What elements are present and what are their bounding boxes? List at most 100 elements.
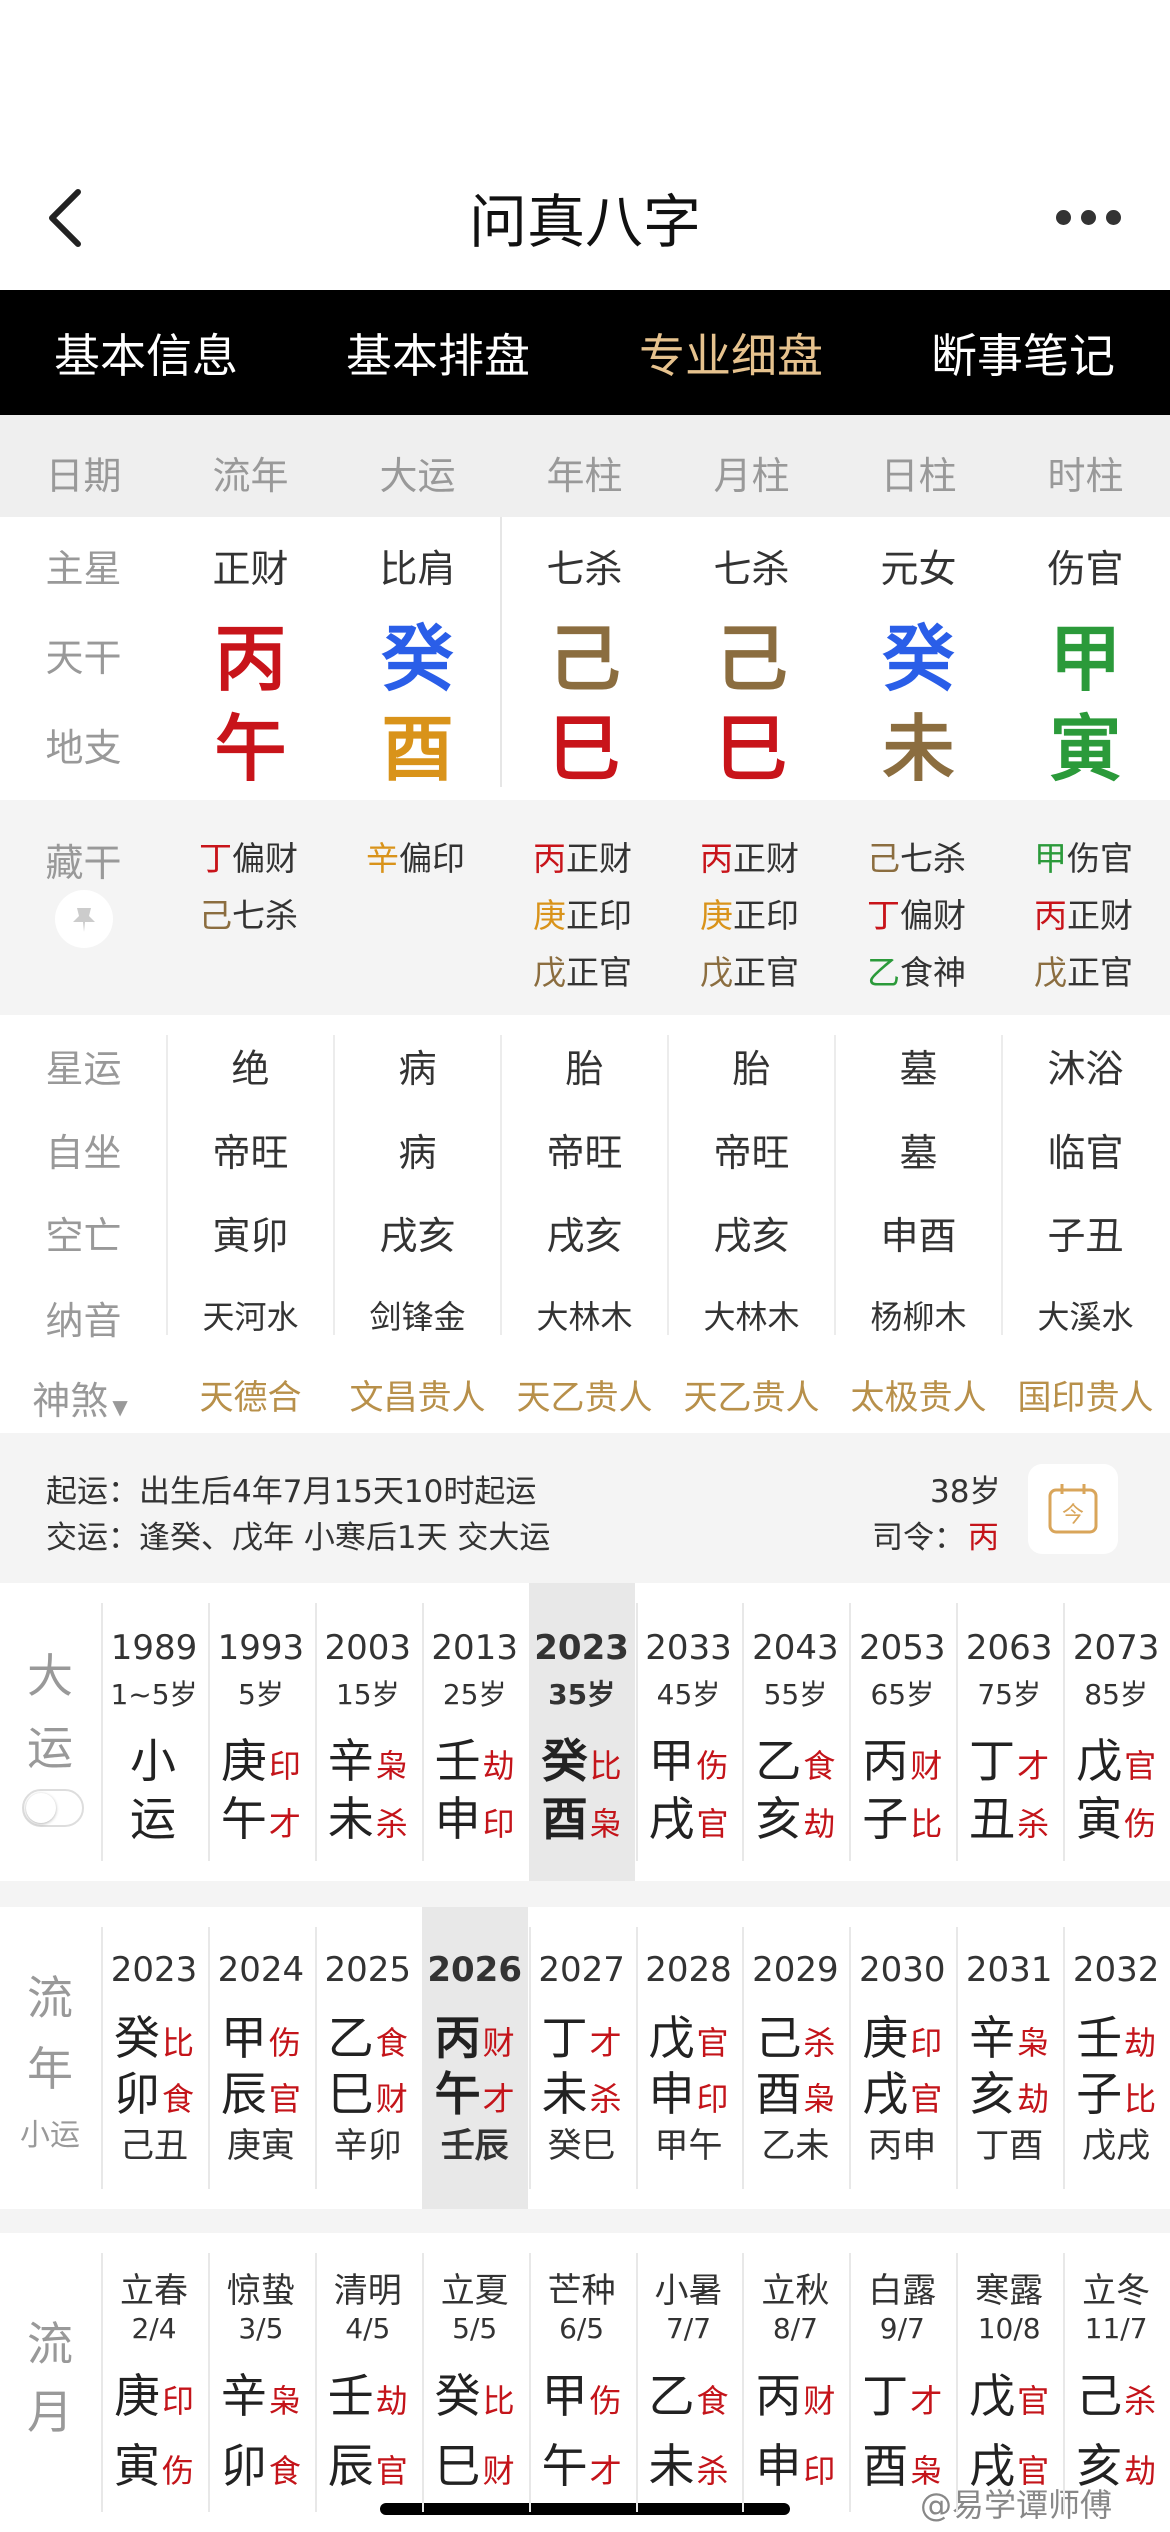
earthly-branch-cell: 寅 — [1049, 707, 1122, 791]
shensha-cell[interactable]: 国印贵人 — [998, 1370, 1170, 1419]
ten-god-char: 才 — [1017, 1747, 1050, 1785]
hidden-stem-god: 七杀 — [232, 896, 298, 935]
monthly-branch: 亥劫 — [1063, 2430, 1169, 2496]
column-header: 流年 — [212, 454, 289, 498]
star-luck-cell: 病 — [398, 1047, 437, 1091]
hidden-stem-god: 七杀 — [900, 839, 966, 878]
annual-year[interactable]: 2031 — [956, 1950, 1062, 1990]
tab-professional-chart[interactable]: 专业细盘 — [585, 320, 877, 386]
monthly-stem: 癸比 — [422, 2360, 528, 2426]
ganzhi-char: 子 — [1076, 2067, 1123, 2121]
annual-branch: 子比 — [1063, 2058, 1169, 2124]
column-header-row: 日期 流年 大运 年柱 月柱 日柱 时柱 — [0, 415, 1170, 517]
annual-year[interactable]: 2032 — [1063, 1950, 1169, 1990]
main-star-cell: 伤官 — [1047, 547, 1124, 591]
hidden-stem-item: 庚正印 — [533, 889, 632, 937]
calendar-icon: 今 — [1048, 1484, 1098, 1534]
solar-term[interactable]: 清明 — [315, 2263, 421, 2312]
solar-term[interactable]: 寒露 — [956, 2263, 1062, 2312]
hidden-stem-god: 正财 — [566, 839, 632, 878]
annual-year[interactable]: 2025 — [315, 1950, 421, 1990]
hidden-stem-item: 辛偏印 — [366, 832, 465, 880]
more-options-button[interactable] — [1056, 202, 1126, 232]
ganzhi-char: 戊 — [969, 2369, 1016, 2423]
luck-year[interactable]: 2043 — [742, 1628, 848, 1668]
start-luck-text: 起运：出生后4年7月15天10时起运 — [46, 1474, 537, 1510]
ganzhi-char: 癸 — [434, 2369, 481, 2423]
solar-term[interactable]: 白露 — [849, 2263, 955, 2312]
annual-year[interactable]: 2030 — [849, 1950, 955, 1990]
hidden-stem-char: 甲 — [1034, 839, 1067, 878]
small-luck-cell: 癸巳 — [547, 2126, 616, 2166]
luck-year[interactable]: 2053 — [849, 1628, 955, 1668]
void-cell: 申酉 — [880, 1214, 957, 1258]
hidden-stem-item: 丙正财 — [533, 832, 632, 880]
shensha-cell[interactable]: 天德合 — [163, 1370, 338, 1419]
monthly-stem: 壬劫 — [315, 2360, 421, 2426]
annual-year[interactable]: 2024 — [208, 1950, 314, 1990]
ten-god-char: 官 — [1124, 1747, 1157, 1785]
luck-age: 15岁 — [335, 1678, 400, 1711]
shensha-dropdown[interactable]: 神煞 ▼ — [0, 1370, 160, 1425]
hidden-stem-char: 丙 — [700, 839, 733, 878]
ganzhi-char: 庚 — [113, 2369, 160, 2423]
luck-year[interactable]: 1993 — [208, 1628, 314, 1668]
ten-god-char: 官 — [1017, 2382, 1050, 2420]
shensha-cell[interactable]: 天乙贵人 — [664, 1370, 839, 1419]
ganzhi-char: 未 — [327, 1792, 374, 1846]
ten-god-char: 财 — [375, 2080, 408, 2118]
ganzhi-char: 午 — [541, 2439, 588, 2493]
void-cell: 子丑 — [1047, 1214, 1124, 1258]
annual-year[interactable]: 2028 — [636, 1950, 742, 1990]
annual-year[interactable]: 2026 — [422, 1950, 528, 1990]
ten-god-char: 财 — [910, 1747, 943, 1785]
void-cell: 戌亥 — [546, 1214, 623, 1258]
luck-year[interactable]: 2033 — [636, 1628, 742, 1668]
luck-year[interactable]: 2003 — [315, 1628, 421, 1668]
shensha-cell[interactable]: 太极贵人 — [831, 1370, 1006, 1419]
luck-year[interactable]: 2013 — [422, 1628, 528, 1668]
age-value: 38岁 — [930, 1474, 1001, 1510]
panel-sublabel: 小运 — [20, 2118, 80, 2153]
luck-year[interactable]: 2063 — [956, 1628, 1062, 1668]
solar-term[interactable]: 小暑 — [636, 2263, 742, 2312]
calendar-button[interactable]: 今 — [1028, 1464, 1118, 1554]
ten-god-char: 劫 — [1124, 2452, 1157, 2490]
shensha-cell[interactable]: 天乙贵人 — [497, 1370, 672, 1419]
hidden-stem-char: 己 — [867, 839, 900, 878]
luck-year[interactable]: 1989 — [101, 1628, 207, 1668]
tab-basic-info[interactable]: 基本信息 — [0, 320, 292, 386]
ten-god-char: 印 — [161, 2382, 194, 2420]
annual-year[interactable]: 2027 — [529, 1950, 635, 1990]
solar-term[interactable]: 惊蛰 — [208, 2263, 314, 2312]
solar-term[interactable]: 立秋 — [742, 2263, 848, 2312]
tab-notes[interactable]: 断事笔记 — [877, 320, 1169, 386]
solar-term[interactable]: 芒种 — [529, 2263, 635, 2312]
solar-term[interactable]: 立春 — [101, 2263, 207, 2312]
solar-term[interactable]: 立冬 — [1063, 2263, 1169, 2312]
ganzhi-char: 申 — [755, 2439, 802, 2493]
ganzhi-char: 亥 — [969, 2067, 1016, 2121]
ten-god-char: 官 — [1017, 2452, 1050, 2490]
tab-basic-chart[interactable]: 基本排盘 — [292, 320, 584, 386]
small-luck-toggle[interactable] — [22, 1789, 84, 1827]
shensha-cell[interactable]: 文昌贵人 — [330, 1370, 505, 1419]
annual-year[interactable]: 2023 — [101, 1950, 207, 1990]
star-luck-cell: 沐浴 — [1047, 1047, 1124, 1091]
annual-year[interactable]: 2029 — [742, 1950, 848, 1990]
luck-year[interactable]: 2023 — [529, 1628, 635, 1668]
ten-god-char: 杀 — [696, 2452, 729, 2490]
hidden-stem-item: 戊正官 — [533, 946, 632, 994]
hidden-stem-char: 戊 — [533, 953, 566, 992]
row-label-self-seat: 自坐 — [45, 1131, 122, 1175]
hidden-stem-item: 己七杀 — [199, 889, 298, 937]
ganzhi-char: 辛 — [327, 1734, 374, 1788]
main-star-cell: 七杀 — [546, 547, 623, 591]
luck-year[interactable]: 2073 — [1063, 1628, 1169, 1668]
solar-term[interactable]: 立夏 — [422, 2263, 528, 2312]
ten-god-char: 劫 — [375, 2382, 408, 2420]
main-star-cell: 七杀 — [713, 547, 790, 591]
pin-button[interactable] — [55, 890, 113, 948]
star-luck-cell: 绝 — [231, 1047, 270, 1091]
nayin-cell: 剑锋金 — [369, 1298, 466, 1336]
